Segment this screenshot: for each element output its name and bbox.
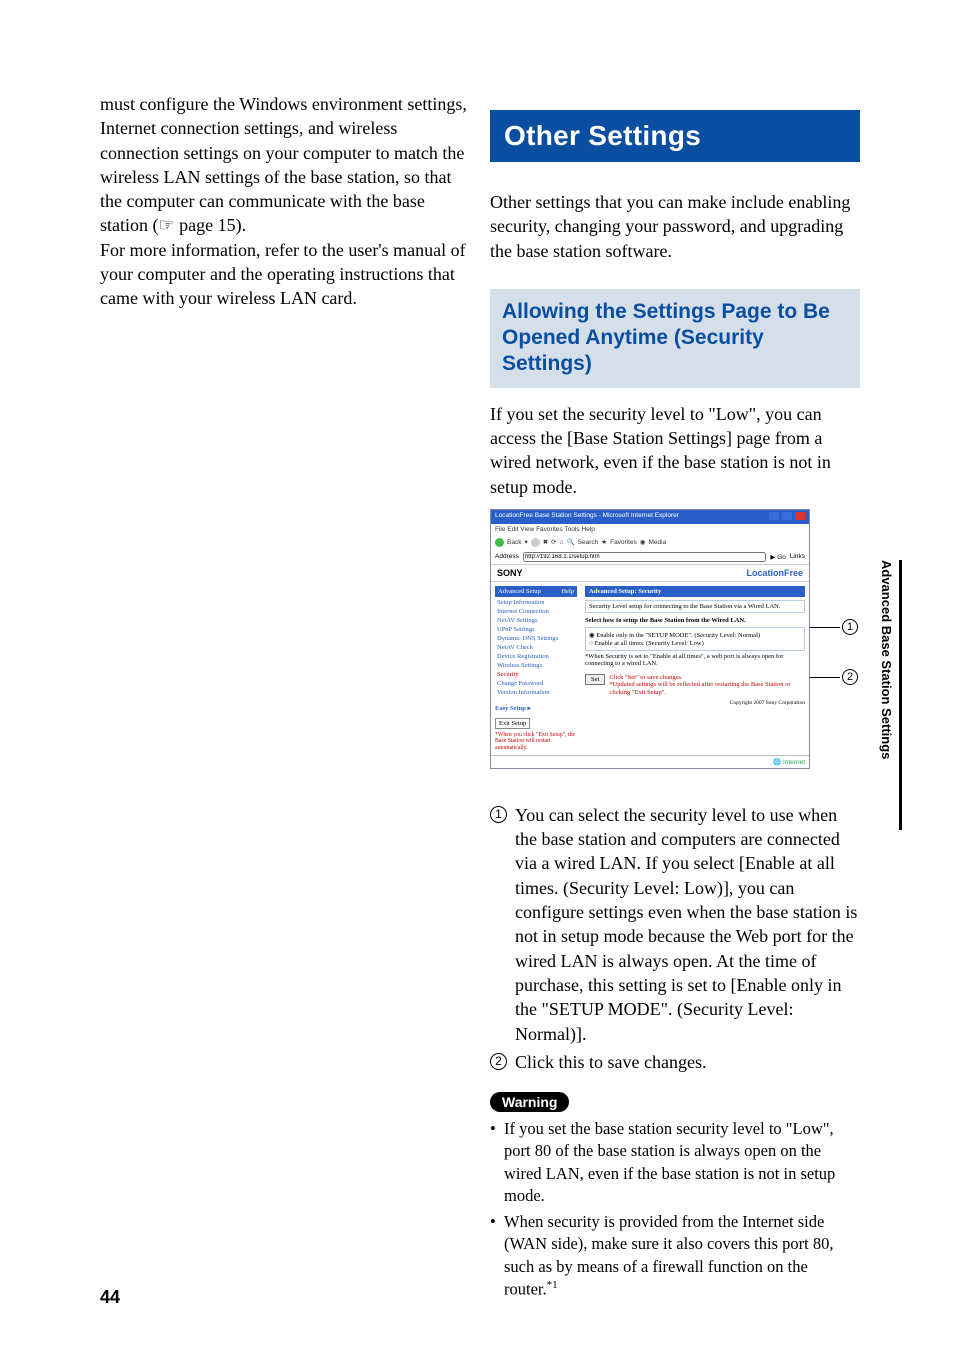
- sidebar-item-change-password[interactable]: Change Password: [497, 680, 577, 687]
- callout-line-2: [810, 677, 840, 678]
- stop-icon: ✖: [543, 538, 548, 546]
- search-icon: 🔍: [567, 538, 575, 546]
- callout-1: 1: [842, 619, 858, 635]
- maximize-icon: [782, 512, 792, 520]
- media-icon: ◉: [640, 538, 646, 546]
- exit-setup-note: *When you click "Exit Setup", the Base S…: [495, 732, 577, 751]
- media-label: Media: [649, 539, 667, 546]
- address-label: Address: [495, 553, 519, 560]
- sidebar-item-version-information[interactable]: Version Information: [497, 689, 577, 696]
- callout-explanation-1: 1 You can select the security level to u…: [490, 803, 860, 1046]
- security-note: *When Security is set to "Enable at all …: [585, 653, 805, 668]
- sidebar-item-netav-settings[interactable]: NetAV Settings: [497, 617, 577, 624]
- copyright: Copyright 2007 Sony Corporation: [585, 700, 805, 706]
- radio-option-low[interactable]: ○ Enable at all times. (Security Level: …: [589, 640, 801, 647]
- sidebar-item-security[interactable]: Security: [497, 671, 577, 678]
- radio-option-normal[interactable]: ◉ Enable only in the "SETUP MODE". (Secu…: [589, 631, 801, 639]
- browser-window: LocationFree Base Station Settings - Mic…: [490, 509, 810, 769]
- callout-2: 2: [842, 669, 858, 685]
- main-panel: Advanced Setup: Security Security Level …: [581, 582, 809, 752]
- sidebar-header: Advanced Setup: [498, 588, 541, 595]
- search-label: Search: [578, 539, 599, 546]
- left-body-text: must configure the Windows environment s…: [100, 92, 470, 311]
- home-icon: ⌂: [560, 539, 564, 546]
- section-title: Other Settings: [490, 110, 860, 162]
- warning-item-1: If you set the base station security lev…: [490, 1118, 860, 1207]
- subsection-title: Allowing the Settings Page to Be Opened …: [490, 289, 860, 388]
- chapter-tab-label: Advanced Base Station Settings: [879, 560, 894, 759]
- address-bar: Address ▶ Go Links: [491, 550, 809, 564]
- sidebar-item-netav-check[interactable]: NetAV Check: [497, 644, 577, 651]
- favorites-icon: ★: [601, 538, 607, 546]
- status-bar: 🌐 Internet: [491, 755, 809, 768]
- back-label: Back: [507, 539, 521, 546]
- refresh-icon: ⟳: [551, 538, 556, 546]
- subsection-para: If you set the security level to "Low", …: [490, 402, 860, 499]
- sidebar-item-wireless-settings[interactable]: Wireless Settings: [497, 662, 577, 669]
- panel-prompt: Select how to setup the Base Station fro…: [585, 617, 805, 624]
- panel-heading: Advanced Setup: Security: [585, 586, 805, 597]
- help-link[interactable]: Help: [561, 588, 574, 595]
- screenshot-figure: LocationFree Base Station Settings - Mic…: [490, 509, 860, 779]
- address-input[interactable]: [523, 552, 766, 562]
- forward-icon: [531, 538, 540, 547]
- toolbar: Back ▾ ✖ ⟳ ⌂ 🔍Search ★Favorites ◉Media: [491, 535, 809, 550]
- brand-logo: SONY: [497, 568, 523, 578]
- panel-desc: Security Level setup for connecting to t…: [585, 600, 805, 613]
- set-button[interactable]: Set: [585, 674, 605, 685]
- footnote-ref: *1: [547, 1279, 558, 1291]
- callout-number-1: 1: [490, 806, 507, 823]
- back-icon: [495, 538, 504, 547]
- callout-line-1: [810, 627, 840, 628]
- sidebar-item-upnp-settings[interactable]: UPnP Settings: [497, 626, 577, 633]
- warning-label: Warning: [490, 1092, 569, 1112]
- go-button[interactable]: ▶ Go: [770, 553, 785, 561]
- links-label: Links: [790, 553, 805, 560]
- favorites-label: Favorites: [610, 539, 637, 546]
- minimize-icon: [769, 512, 779, 520]
- sidebar-item-internet-connection[interactable]: Internet Connection: [497, 608, 577, 615]
- page-number: 44: [100, 1287, 120, 1308]
- close-icon: [795, 512, 805, 520]
- callout-text-2: Click this to save changes.: [515, 1050, 860, 1074]
- product-name: LocationFree: [746, 568, 803, 578]
- window-titlebar: LocationFree Base Station Settings - Mic…: [491, 510, 809, 524]
- set-note: Click "Set" to save changes.*Updated set…: [609, 674, 805, 696]
- menubar: File Edit View Favorites Tools Help: [491, 524, 809, 535]
- callout-text-1: You can select the security level to use…: [515, 803, 860, 1046]
- warning-item-2: When security is provided from the Inter…: [490, 1211, 860, 1301]
- sidebar: Advanced Setup Help Setup Information Int…: [491, 582, 581, 752]
- sidebar-item-dynamic-dns-settings[interactable]: Dynamic DNS Settings: [497, 635, 577, 642]
- callout-number-2: 2: [490, 1053, 507, 1070]
- sidebar-item-device-registration[interactable]: Device Registration: [497, 653, 577, 660]
- section-intro: Other settings that you can make include…: [490, 190, 860, 263]
- exit-setup-button[interactable]: Exit Setup: [495, 718, 530, 729]
- sidebar-item-setup-information[interactable]: Setup Information: [497, 599, 577, 606]
- callout-explanation-2: 2 Click this to save changes.: [490, 1050, 860, 1074]
- window-controls: [768, 512, 805, 522]
- window-title-text: LocationFree Base Station Settings - Mic…: [495, 512, 679, 522]
- chapter-tab: Advanced Base Station Settings: [880, 560, 902, 830]
- easy-setup-link[interactable]: Easy Setup ▸: [495, 704, 577, 712]
